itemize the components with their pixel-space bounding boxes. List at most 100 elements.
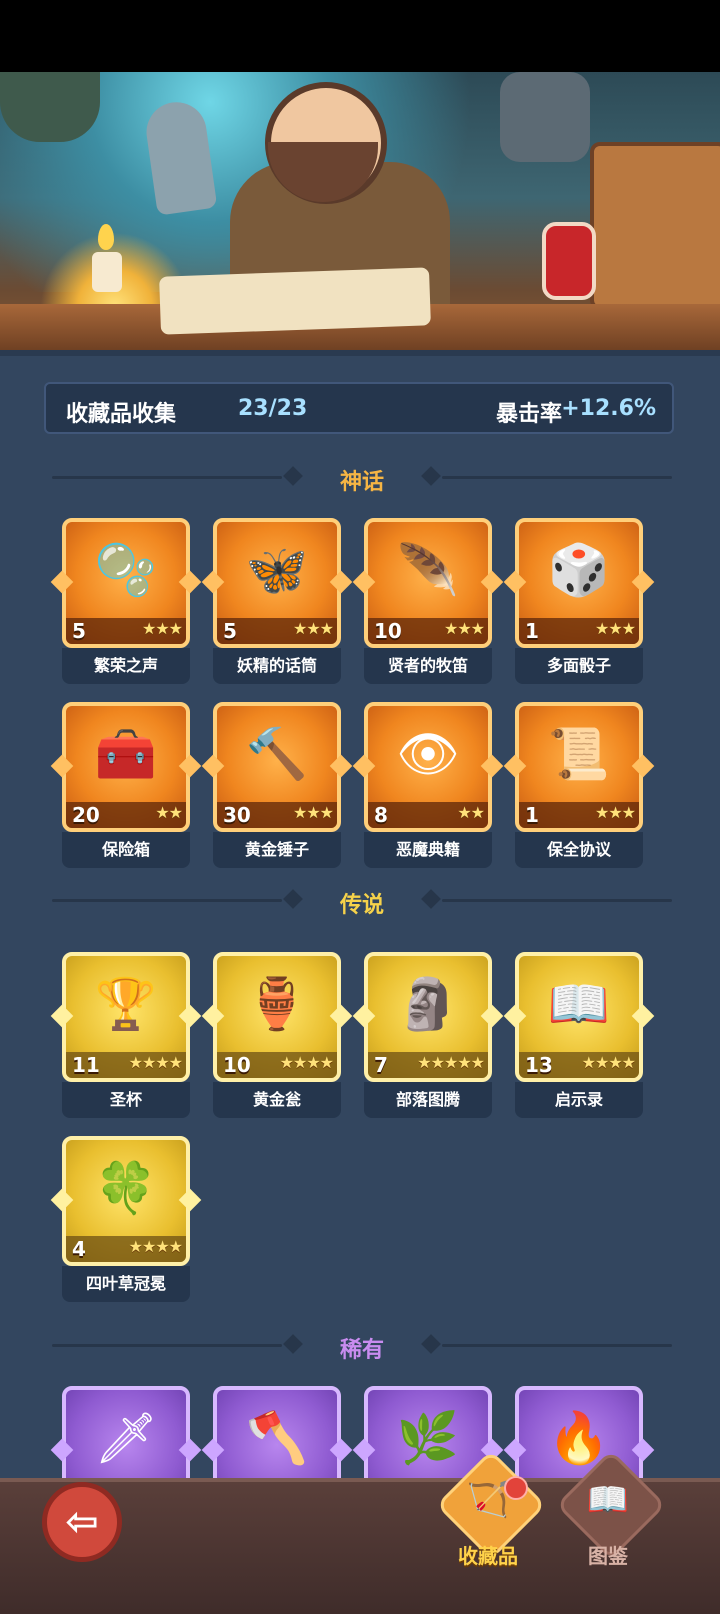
item-name: 恶魔典籍 bbox=[364, 832, 492, 868]
section-title-legendary: 传说 bbox=[339, 893, 384, 918]
demon-book-icon: 👁 bbox=[396, 725, 460, 783]
item-stars: ★★★★ bbox=[128, 1237, 183, 1256]
item-count: 10 bbox=[374, 619, 402, 643]
collection-card[interactable]: 📖 13 ★★★★ 启示录 bbox=[503, 952, 655, 1118]
golden-urn-icon: 🏺 bbox=[245, 975, 309, 1033]
collection-card[interactable]: 🗡 bbox=[50, 1386, 202, 1516]
card-info-bar: 10 ★★★ bbox=[368, 618, 488, 644]
item-name: 保险箱 bbox=[62, 832, 190, 868]
collection-card[interactable]: 🏆 11 ★★★★ 圣杯 bbox=[50, 952, 202, 1118]
item-name: 部落图腾 bbox=[364, 1082, 492, 1118]
collection-label: 收藏品收集 bbox=[66, 402, 177, 427]
section-header-mythic: 神话 bbox=[52, 462, 672, 495]
collection-card[interactable]: 🍀 4 ★★★★ 四叶草冠冕 bbox=[50, 1136, 202, 1302]
divider-line bbox=[442, 476, 672, 479]
item-stars: ★★★ bbox=[292, 619, 334, 638]
card-info-bar: 10 ★★★★ bbox=[217, 1052, 337, 1078]
treasure-map bbox=[159, 267, 431, 335]
divider-line bbox=[442, 899, 672, 902]
wall-totem-mask bbox=[500, 72, 590, 162]
item-name: 妖精的话筒 bbox=[213, 648, 341, 684]
item-stars: ★★★ bbox=[141, 619, 183, 638]
open-book-icon: 📖 bbox=[547, 975, 611, 1033]
item-count: 10 bbox=[223, 1053, 251, 1077]
item-stars: ★★★ bbox=[443, 619, 485, 638]
item-count: 4 bbox=[72, 1237, 86, 1261]
item-count: 20 bbox=[72, 803, 100, 827]
crit-rate-label: 暴击率 bbox=[495, 402, 562, 427]
collection-card[interactable]: 🦋 5 ★★★ 妖精的话筒 bbox=[201, 518, 353, 684]
collection-card[interactable]: 👁 8 ★★ 恶魔典籍 bbox=[352, 702, 504, 868]
section-header-legendary: 传说 bbox=[52, 885, 672, 918]
item-stars: ★★★ bbox=[292, 803, 334, 822]
item-count: 30 bbox=[223, 803, 251, 827]
card-info-bar: 1 ★★★ bbox=[519, 618, 639, 644]
item-name: 贤者的牧笛 bbox=[364, 648, 492, 684]
hanging-bag bbox=[0, 72, 100, 142]
item-count: 7 bbox=[374, 1053, 388, 1077]
collection-card[interactable]: 🪶 10 ★★★ 贤者的牧笛 bbox=[352, 518, 504, 684]
card-info-bar: 5 ★★★ bbox=[217, 618, 337, 644]
clover-crown-icon: 🍀 bbox=[94, 1159, 158, 1217]
item-stars: ★★★★ bbox=[581, 1053, 636, 1072]
bubble-icon: 🫧 bbox=[94, 541, 158, 599]
nav-tab-collection-label: 收藏品 bbox=[458, 1544, 518, 1568]
item-stars: ★★ bbox=[457, 803, 485, 822]
collection-card[interactable]: 🔨 30 ★★★ 黄金锤子 bbox=[201, 702, 353, 868]
item-name: 启示录 bbox=[515, 1082, 643, 1118]
axe-icon: 🪓 bbox=[245, 1409, 309, 1467]
card-info-bar: 5 ★★★ bbox=[66, 618, 186, 644]
item-count: 1 bbox=[525, 803, 539, 827]
card-info-bar: 8 ★★ bbox=[368, 802, 488, 828]
item-stars: ★★★ bbox=[594, 803, 636, 822]
candle-flame bbox=[98, 224, 114, 250]
card-info-bar: 13 ★★★★ bbox=[519, 1052, 639, 1078]
item-name: 繁荣之声 bbox=[62, 648, 190, 684]
card-info-bar: 11 ★★★★ bbox=[66, 1052, 186, 1078]
collection-stats-panel: 收藏品收集 23/23 暴击率 +12.6% bbox=[44, 382, 674, 434]
item-name: 四叶草冠冕 bbox=[62, 1266, 190, 1302]
item-stars: ★★★★ bbox=[279, 1053, 334, 1072]
back-arrow-icon: ⇦ bbox=[65, 1499, 99, 1545]
divider-line bbox=[442, 1344, 672, 1347]
header-illustration bbox=[0, 72, 720, 352]
collection-card[interactable]: 🧰 20 ★★ 保险箱 bbox=[50, 702, 202, 868]
red-potion-icon bbox=[542, 222, 596, 300]
collection-card[interactable]: 📜 1 ★★★ 保全协议 bbox=[503, 702, 655, 868]
collection-count: 23/23 bbox=[238, 396, 308, 421]
collection-card[interactable]: 🪓 bbox=[201, 1386, 353, 1516]
item-name: 多面骰子 bbox=[515, 648, 643, 684]
back-button[interactable]: ⇦ bbox=[42, 1482, 122, 1562]
frost-dagger-icon: 🗡 bbox=[94, 1409, 158, 1467]
collection-card[interactable]: 🗿 7 ★★★★★ 部落图腾 bbox=[352, 952, 504, 1118]
collection-card[interactable]: 🌿 bbox=[352, 1386, 504, 1516]
item-stars: ★★★★★ bbox=[417, 1053, 485, 1072]
contract-icon: 📜 bbox=[547, 725, 611, 783]
collection-card[interactable]: 🎲 1 ★★★ 多面骰子 bbox=[503, 518, 655, 684]
item-count: 5 bbox=[223, 619, 237, 643]
item-count: 11 bbox=[72, 1053, 100, 1077]
candle-icon bbox=[92, 252, 122, 292]
treasure-chest bbox=[590, 142, 720, 310]
safe-chest-icon: 🧰 bbox=[94, 725, 158, 783]
collection-card[interactable]: 🫧 5 ★★★ 繁荣之声 bbox=[50, 518, 202, 684]
fairy-microphone-icon: 🦋 bbox=[245, 541, 309, 599]
flute-icon: 🪶 bbox=[396, 541, 460, 599]
card-info-bar: 1 ★★★ bbox=[519, 802, 639, 828]
nav-tab-codex-label: 图鉴 bbox=[588, 1544, 628, 1568]
card-info-bar: 7 ★★★★★ bbox=[368, 1052, 488, 1078]
collection-card[interactable]: 🏺 10 ★★★★ 黄金瓮 bbox=[201, 952, 353, 1118]
item-name: 黄金锤子 bbox=[213, 832, 341, 868]
item-name: 圣杯 bbox=[62, 1082, 190, 1118]
nav-tab-codex[interactable]: 📖 图鉴 bbox=[555, 1449, 667, 1576]
grail-icon: 🏆 bbox=[94, 975, 158, 1033]
item-name: 保全协议 bbox=[515, 832, 643, 868]
section-title-rare: 稀有 bbox=[339, 1338, 384, 1363]
crit-rate-value: +12.6% bbox=[561, 396, 656, 421]
card-info-bar: 4 ★★★★ bbox=[66, 1236, 186, 1262]
item-stars: ★★ bbox=[155, 803, 183, 822]
section-header-rare: 稀有 bbox=[52, 1330, 672, 1363]
card-info-bar: 20 ★★ bbox=[66, 802, 186, 828]
item-stars: ★★★ bbox=[594, 619, 636, 638]
section-title-mythic: 神话 bbox=[339, 470, 384, 495]
